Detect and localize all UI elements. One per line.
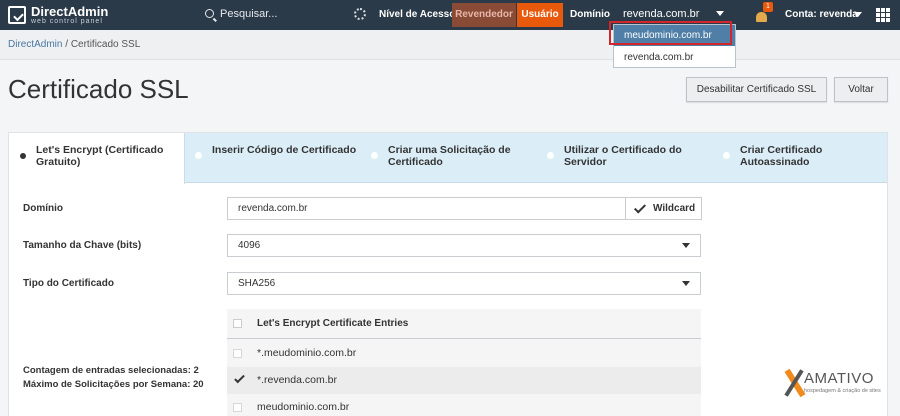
notification-badge: 1 xyxy=(763,2,773,12)
cert-type-value: SHA256 xyxy=(238,278,276,289)
selected-count: Contagem de entradas selecionadas: 2 xyxy=(23,365,199,376)
search-icon xyxy=(205,9,214,18)
checkmark-icon[interactable] xyxy=(234,372,245,384)
notifications-button[interactable]: 1 xyxy=(755,2,773,24)
table-row[interactable]: meudominio.com.br xyxy=(227,394,701,416)
radio-icon xyxy=(195,152,202,159)
tab-insert-certificate[interactable]: Inserir Código de Certificado xyxy=(185,133,361,183)
chevron-down-icon[interactable] xyxy=(854,12,862,17)
gear-icon[interactable] xyxy=(354,8,366,20)
xamativo-watermark-logo: AMATIVO hospedagem & criação de sites xyxy=(784,366,888,402)
chevron-down-icon xyxy=(682,281,690,286)
apps-grid-icon[interactable] xyxy=(876,8,890,22)
entry-name: *.meudominio.com.br xyxy=(257,347,357,359)
domain-select[interactable]: revenda.com.br xyxy=(623,8,699,20)
entries-header: Let's Encrypt Certificate Entries xyxy=(227,309,701,339)
tab-label: Inserir Código de Certificado xyxy=(212,144,357,156)
select-all-checkbox[interactable] xyxy=(233,319,242,328)
entry-checkbox[interactable] xyxy=(233,349,242,358)
revendedor-level-button[interactable]: Revendedor xyxy=(452,3,516,27)
ssl-panel: Let's Encrypt (Certificado Gratuito) Ins… xyxy=(8,132,888,416)
usuario-level-button[interactable]: Usuário xyxy=(517,3,563,27)
tab-server-certificate[interactable]: Utilizar o Certificado do Servidor xyxy=(537,133,713,183)
top-navbar: DirectAdmin web control panel Pesquisar.… xyxy=(0,0,900,30)
breadcrumb-current: Certificado SSL xyxy=(70,39,141,50)
search-input[interactable]: Pesquisar... xyxy=(205,8,277,20)
breadcrumb-separator: / xyxy=(62,39,71,50)
wildcard-label: Wildcard xyxy=(653,203,696,214)
domain-label: Domínio xyxy=(570,9,610,20)
breadcrumb-root-link[interactable]: DirectAdmin xyxy=(8,39,62,50)
table-row[interactable]: *.meudominio.com.br xyxy=(227,340,701,367)
tab-label: Criar uma Solicitação de Certificado xyxy=(388,144,511,168)
selection-summary: Contagem de entradas selecionadas: 2 Máx… xyxy=(23,364,204,392)
key-size-value: 4096 xyxy=(238,240,261,251)
entry-name: meudominio.com.br xyxy=(257,401,350,413)
entries-header-label: Let's Encrypt Certificate Entries xyxy=(257,318,409,329)
certificate-entries-table: Let's Encrypt Certificate Entries *.meud… xyxy=(227,309,701,416)
chevron-down-icon xyxy=(682,243,690,248)
radio-icon xyxy=(547,152,554,159)
annotation-highlight-box xyxy=(609,21,732,45)
checkmark-icon xyxy=(633,201,647,214)
checkbox-logo-icon xyxy=(8,6,26,24)
watermark-tagline: hospedagem & criação de sites xyxy=(804,388,881,394)
page-title: Certificado SSL xyxy=(8,74,189,104)
key-size-select[interactable]: 4096 xyxy=(227,234,701,257)
wildcard-checkbox[interactable]: Wildcard xyxy=(625,197,702,220)
back-button[interactable]: Voltar xyxy=(834,77,888,102)
access-level-label: Nível de Acesso xyxy=(379,9,456,20)
watermark-brand: AMATIVO xyxy=(804,370,874,387)
tab-label: Criar Certificado Autoassinado xyxy=(740,144,823,168)
key-size-label: Tamanho da Chave (bits) xyxy=(23,240,142,251)
tab-create-request[interactable]: Criar uma Solicitação de Certificado xyxy=(361,133,537,183)
tab-label: Let's Encrypt (Certificado Gratuito) xyxy=(36,144,164,168)
logo-name: DirectAdmin xyxy=(31,4,109,19)
account-menu[interactable]: Conta: revenda xyxy=(785,9,858,20)
tab-lets-encrypt[interactable]: Let's Encrypt (Certificado Gratuito) xyxy=(9,133,185,184)
entry-name: *.revenda.com.br xyxy=(257,374,337,386)
search-placeholder: Pesquisar... xyxy=(220,8,278,20)
domain-field-label: Domínio xyxy=(23,203,63,214)
tab-self-signed[interactable]: Criar Certificado Autoassinado xyxy=(713,133,887,183)
radio-icon xyxy=(371,152,378,159)
cert-type-label: Tipo do Certificado xyxy=(23,278,114,289)
logo-subtitle: web control panel xyxy=(31,18,103,25)
tab-label: Utilizar o Certificado do Servidor xyxy=(564,144,682,168)
disable-ssl-button[interactable]: Desabilitar Certificado SSL xyxy=(686,77,827,102)
chevron-down-icon[interactable] xyxy=(716,11,724,16)
breadcrumb: DirectAdmin / Certificado SSL xyxy=(0,30,900,60)
radio-selected-icon xyxy=(20,153,26,159)
weekly-max: Máximo de Solicitações por Semana: 20 xyxy=(23,379,204,390)
entry-checkbox[interactable] xyxy=(233,403,242,412)
directadmin-logo[interactable]: DirectAdmin web control panel xyxy=(8,4,128,26)
domain-field[interactable]: revenda.com.br xyxy=(227,197,627,220)
radio-icon xyxy=(723,152,730,159)
table-row[interactable]: *.revenda.com.br xyxy=(227,367,701,394)
certificate-type-tabs: Let's Encrypt (Certificado Gratuito) Ins… xyxy=(9,133,887,184)
bell-icon xyxy=(756,12,767,22)
cert-type-select[interactable]: SHA256 xyxy=(227,272,701,295)
domain-option-revenda[interactable]: revenda.com.br xyxy=(614,49,735,67)
